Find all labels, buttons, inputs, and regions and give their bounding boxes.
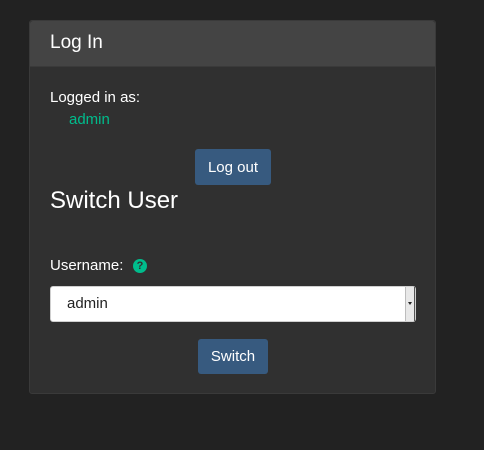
username-label: Username: xyxy=(50,257,124,274)
logged-in-username: admin xyxy=(69,111,110,128)
question-circle-icon[interactable]: ? xyxy=(133,259,147,273)
switch-button[interactable]: Switch xyxy=(198,339,268,374)
login-panel: Log In Logged in as: admin Log out Switc… xyxy=(29,20,436,394)
username-select[interactable]: admin xyxy=(50,286,416,322)
logout-button[interactable]: Log out xyxy=(195,149,271,185)
chevron-down-icon[interactable] xyxy=(405,287,415,321)
username-select-value: admin xyxy=(67,295,108,312)
logged-in-label: Logged in as: xyxy=(50,89,141,106)
panel-header: Log In xyxy=(30,21,435,67)
switch-user-heading: Switch User xyxy=(50,187,179,214)
panel-title: Log In xyxy=(50,32,103,53)
